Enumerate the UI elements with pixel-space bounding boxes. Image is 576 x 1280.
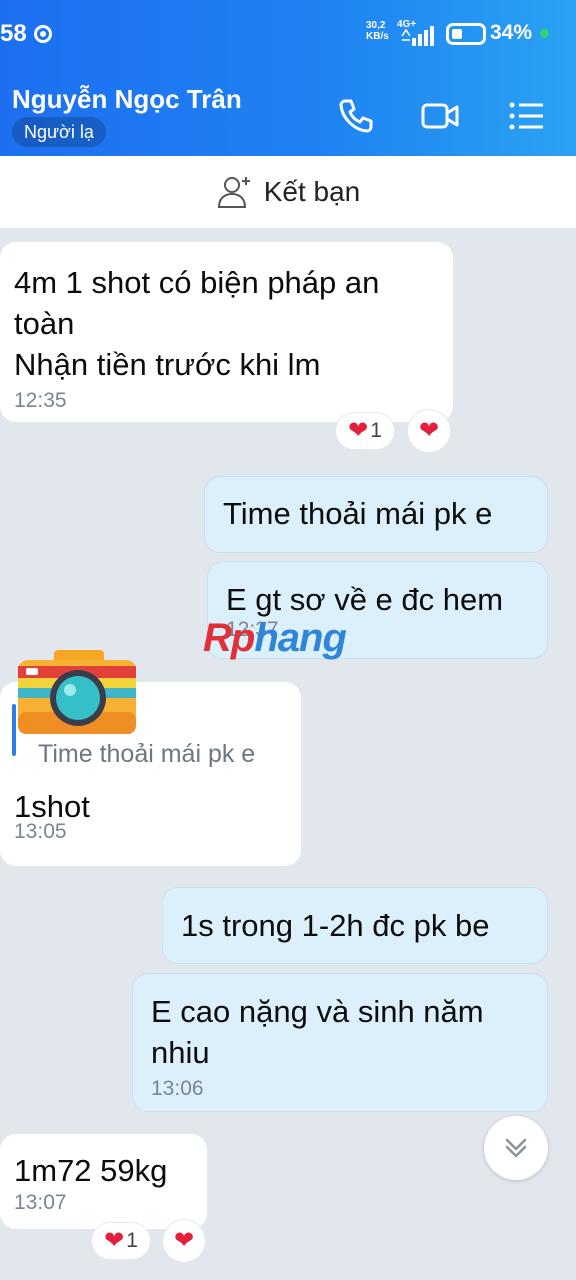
quote-bar — [12, 704, 16, 756]
scroll-to-bottom-button[interactable] — [484, 1116, 548, 1180]
reaction-count[interactable]: ❤ 1 — [336, 413, 394, 449]
message-bubble-outgoing[interactable]: E cao nặng và sinh năm nhiu 13:06 — [132, 973, 548, 1112]
message-bubble-incoming[interactable]: 4m 1 shot có biện pháp an toàn Nhận tiền… — [0, 242, 453, 422]
stranger-badge: Người lạ — [12, 117, 106, 147]
status-dot — [540, 29, 549, 38]
chevron-double-down-icon — [505, 1138, 527, 1158]
react-button[interactable]: ❤ — [408, 410, 450, 452]
message-text: E gt sơ về e đc hem — [226, 582, 504, 617]
heart-icon: ❤ — [348, 417, 369, 444]
message-time: 13:07 — [14, 1191, 67, 1214]
phone-icon[interactable] — [336, 96, 376, 136]
quoted-message[interactable]: Time thoải mái pk e — [38, 734, 255, 775]
message-text: 1s trong 1-2h đc pk be — [181, 908, 490, 943]
heart-icon: ❤ — [418, 417, 440, 444]
add-friend-label: Kết bạn — [263, 176, 361, 207]
message-time: 12:35 — [14, 389, 67, 412]
message-text: 4m 1 shot có biện pháp an toàn Nhận tiền… — [14, 265, 380, 382]
net-speed: 30,2 KB/s — [366, 20, 389, 42]
heart-icon: ❤ — [104, 1227, 125, 1254]
message-bubble-outgoing[interactable]: Time thoải mái pk e — [204, 476, 548, 553]
message-bubble-incoming[interactable]: 1m72 59kg 13:07 — [0, 1134, 207, 1229]
chrome-icon — [34, 25, 52, 43]
message-text: 1m72 59kg — [14, 1153, 168, 1188]
header-bar: 58 30,2 KB/s 4G+ 34% Nguyễn Ngọc Trân Ngư… — [0, 0, 576, 156]
heart-icon: ❤ — [173, 1227, 195, 1254]
message-time: 13:06 — [151, 1077, 204, 1100]
reaction-count-value: 1 — [370, 419, 382, 442]
add-friend-button[interactable]: Kết bạn — [0, 156, 576, 228]
status-time: 58 — [0, 20, 27, 47]
watermark: Rphang — [203, 616, 347, 660]
reaction-count-value: 1 — [126, 1229, 138, 1252]
battery-icon — [446, 23, 486, 45]
message-text: E cao nặng và sinh năm nhiu — [151, 994, 484, 1070]
message-text: Time thoải mái pk e — [223, 496, 493, 531]
reaction-count[interactable]: ❤ 1 — [92, 1223, 150, 1259]
message-time: 13:05 — [14, 820, 67, 843]
menu-list-icon[interactable] — [506, 96, 546, 136]
battery-percent: 34% — [490, 21, 533, 44]
react-button[interactable]: ❤ — [163, 1220, 205, 1262]
camera-sticker-icon — [18, 650, 136, 734]
contact-name[interactable]: Nguyễn Ngọc Trân — [12, 84, 242, 115]
message-bubble-outgoing[interactable]: 1s trong 1-2h đc pk be — [162, 887, 548, 964]
video-call-icon[interactable] — [420, 96, 460, 136]
signal-icon — [401, 26, 434, 46]
add-user-icon — [217, 177, 250, 208]
